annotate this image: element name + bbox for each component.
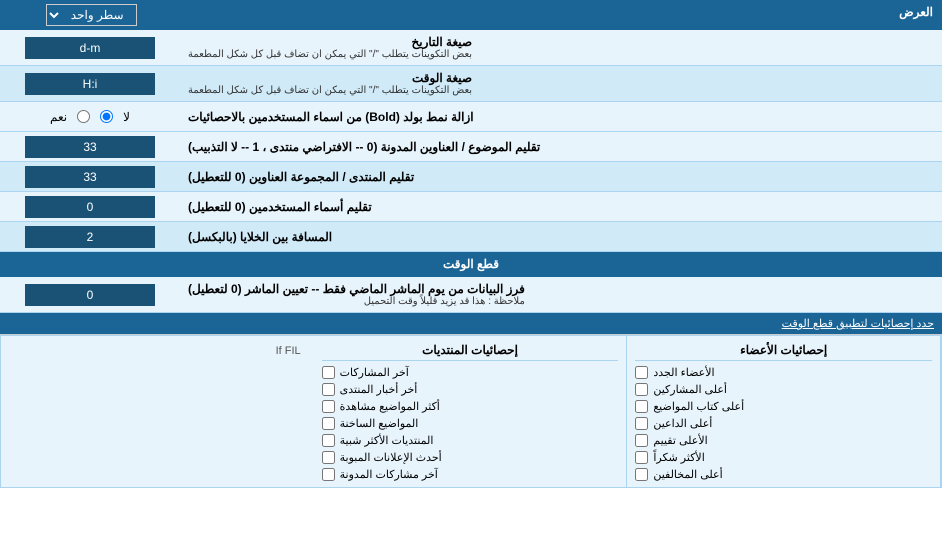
checkbox-classified-ads[interactable] (322, 451, 335, 464)
checkbox-item-top-violators: أعلى المخالفين (635, 466, 932, 483)
topic-trim-input-container (0, 132, 180, 161)
topic-trim-input[interactable] (25, 136, 155, 158)
topic-trim-row: تقليم الموضوع / العناوين المدونة (0 -- ا… (0, 132, 942, 162)
checkbox-top-posters[interactable] (635, 383, 648, 396)
cell-spacing-input-container (0, 222, 180, 251)
checkbox-item-similar-forums: المنتديات الأكثر شبية (322, 432, 619, 449)
cell-spacing-input[interactable] (25, 226, 155, 248)
forums-stats-col: إحصائيات المنتديات آخر المشاركات أخر أخب… (314, 336, 628, 487)
cutoff-input-container (0, 277, 180, 312)
cutoff-row: فرز البيانات من يوم الماشر الماضي فقط --… (0, 277, 942, 313)
forums-stats-header: إحصائيات المنتديات (322, 340, 619, 361)
bold-radio-row: ازالة نمط بولد (Bold) من اسماء المستخدمي… (0, 102, 942, 132)
radio-yes[interactable] (77, 110, 90, 123)
extra-col: If FIL (1, 336, 314, 487)
checkbox-item-new-members: الأعضاء الجدد (635, 364, 932, 381)
time-format-input[interactable] (25, 73, 155, 95)
date-format-input-container (0, 30, 180, 65)
time-format-label: صيغة الوقت بعض التكوينات يتطلب "/" التي … (180, 66, 942, 101)
forum-trim-label: تقليم المنتدى / المجموعة العناوين (0 للت… (180, 162, 942, 191)
checkbox-top-topic-writers[interactable] (635, 400, 648, 413)
main-container: العرض سطر واحد صيغة التاريخ بعض التكوينا… (0, 0, 942, 488)
date-format-label: صيغة التاريخ بعض التكوينات يتطلب "/" الت… (180, 30, 942, 65)
date-format-input[interactable] (25, 37, 155, 59)
header-title: العرض (181, 1, 941, 29)
bold-radio-container: لا نعم (0, 107, 180, 127)
checkbox-item-top-rated: الأعلى تقييم (635, 432, 932, 449)
apply-row: حدد إحصائيات لتطبيق قطع الوقت (0, 313, 942, 335)
checkbox-item-most-viewed: أكثر المواضيع مشاهدة (322, 398, 619, 415)
time-format-row: صيغة الوقت بعض التكوينات يتطلب "/" التي … (0, 66, 942, 102)
checkbox-blog-posts[interactable] (322, 468, 335, 481)
extra-col-text: If FIL (9, 340, 306, 362)
date-format-row: صيغة التاريخ بعض التكوينات يتطلب "/" الت… (0, 30, 942, 66)
time-format-input-container (0, 66, 180, 101)
members-stats-header: إحصائيات الأعضاء (635, 340, 932, 361)
forum-trim-row: تقليم المنتدى / المجموعة العناوين (0 للت… (0, 162, 942, 192)
checkbox-most-thanked[interactable] (635, 451, 648, 464)
checkbox-last-posts[interactable] (322, 366, 335, 379)
checkbox-top-inviters[interactable] (635, 417, 648, 430)
username-trim-input-container (0, 192, 180, 221)
username-trim-row: تقليم أسماء المستخدمين (0 للتعطيل) (0, 192, 942, 222)
apply-link[interactable]: حدد إحصائيات لتطبيق قطع الوقت (782, 318, 934, 330)
checkbox-most-viewed[interactable] (322, 400, 335, 413)
cutoff-input[interactable] (25, 284, 155, 306)
members-stats-col: إحصائيات الأعضاء الأعضاء الجدد أعلى المش… (627, 336, 941, 487)
checkbox-section: إحصائيات الأعضاء الأعضاء الجدد أعلى المش… (0, 335, 942, 488)
checkbox-item-blog-posts: آخر مشاركات المدونة (322, 466, 619, 483)
checkbox-item-last-posts: آخر المشاركات (322, 364, 619, 381)
bold-label: ازالة نمط بولد (Bold) من اسماء المستخدمي… (180, 105, 942, 129)
cutoff-label: فرز البيانات من يوم الماشر الماضي فقط --… (180, 277, 942, 312)
cell-spacing-label: المسافة بين الخلايا (بالبكسل) (180, 222, 942, 251)
display-dropdown[interactable]: سطر واحد (46, 4, 137, 26)
checkbox-top-rated[interactable] (635, 434, 648, 447)
username-trim-label: تقليم أسماء المستخدمين (0 للتعطيل) (180, 192, 942, 221)
checkbox-item-classified-ads: أحدث الإعلانات المبوبة (322, 449, 619, 466)
header-row: العرض سطر واحد (0, 0, 942, 30)
topic-trim-label: تقليم الموضوع / العناوين المدونة (0 -- ا… (180, 132, 942, 161)
checkbox-item-top-posters: أعلى المشاركين (635, 381, 932, 398)
checkbox-item-hot-topics: المواضيع الساخنة (322, 415, 619, 432)
checkbox-new-members[interactable] (635, 366, 648, 379)
header-dropdown-container: سطر واحد (1, 1, 181, 29)
forum-trim-input-container (0, 162, 180, 191)
checkbox-item-forum-news: أخر أخبار المنتدى (322, 381, 619, 398)
checkbox-item-top-inviters: أعلى الداعين (635, 415, 932, 432)
cell-spacing-row: المسافة بين الخلايا (بالبكسل) (0, 222, 942, 252)
radio-yes-label: نعم (50, 110, 67, 124)
checkbox-forum-news[interactable] (322, 383, 335, 396)
checkbox-similar-forums[interactable] (322, 434, 335, 447)
checkbox-item-most-thanked: الأكثر شكراً (635, 449, 932, 466)
forum-trim-input[interactable] (25, 166, 155, 188)
cutoff-section-header: قطع الوقت (0, 252, 942, 277)
username-trim-input[interactable] (25, 196, 155, 218)
radio-no[interactable] (100, 110, 113, 123)
checkbox-top-violators[interactable] (635, 468, 648, 481)
radio-no-label: لا (123, 110, 130, 124)
checkbox-hot-topics[interactable] (322, 417, 335, 430)
checkbox-item-top-topic-writers: أعلى كتاب المواضيع (635, 398, 932, 415)
